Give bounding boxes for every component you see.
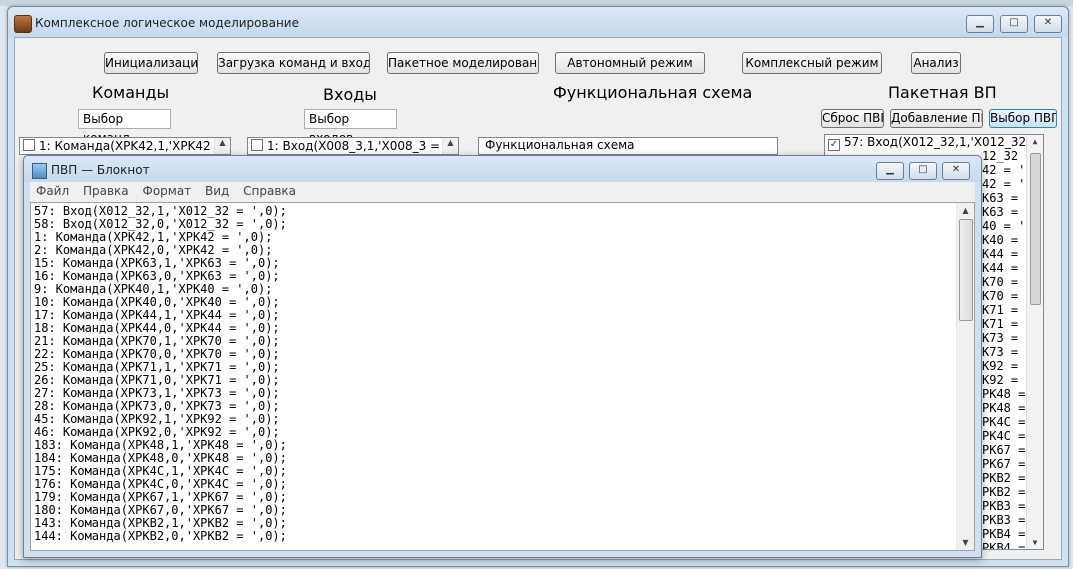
list-item-label: 1: Команда(XPK42,1,'XPK42 = ': [39, 139, 231, 153]
text-line[interactable]: 144: Команда(XPKB2,0,'XPKB2 = ',0);: [34, 530, 287, 543]
notepad-close-icon[interactable]: ✕: [942, 162, 970, 180]
list-item[interactable]: PKB2 =: [982, 485, 1025, 499]
add-pvg-button[interactable]: Добавление ПВГ: [890, 109, 983, 128]
list-item[interactable]: PKB2 =: [982, 471, 1025, 485]
select-inputs-field[interactable]: Выбор входов: [304, 109, 397, 145]
scroll-down-icon[interactable]: ▼: [1027, 538, 1043, 547]
checkbox[interactable]: [251, 139, 263, 151]
minimize-icon[interactable]: ▁: [966, 15, 994, 33]
list-item[interactable]: K63 = ': [982, 191, 1033, 205]
menu-format[interactable]: Формат: [142, 184, 191, 198]
list-item[interactable]: K70 = ': [982, 289, 1033, 303]
list-item[interactable]: PK48 =: [982, 387, 1025, 401]
scroll-thumb[interactable]: [959, 219, 973, 321]
functional-scheme-header: Функциональная схема: [553, 83, 753, 102]
commands-header: Команды: [92, 83, 170, 102]
list-item[interactable]: PKB4 =: [982, 527, 1025, 541]
scroll-up-icon[interactable]: ▲: [1027, 137, 1043, 146]
list-item[interactable]: K73 = ': [982, 331, 1033, 345]
notepad-maximize-icon[interactable]: □: [909, 162, 937, 180]
list-item[interactable]: K44 = ': [982, 261, 1033, 275]
list-item[interactable]: K73 = ': [982, 345, 1033, 359]
list-item[interactable]: PKB3 =: [982, 499, 1025, 513]
packet-header: Пакетная ВП: [888, 83, 997, 102]
functional-scheme-field[interactable]: Функциональная схема: [478, 137, 778, 155]
batch-modeling-button[interactable]: Пакетное моделирование: [387, 52, 539, 74]
scrollbar-up-icon[interactable]: ▲: [442, 138, 458, 154]
main-titlebar[interactable]: Комплексное логическое моделирование ▁ □…: [8, 7, 1068, 37]
select-commands-field[interactable]: Выбор команд: [78, 109, 171, 145]
menu-view[interactable]: Вид: [205, 184, 229, 198]
notepad-window: ПВП — Блокнот ▁ □ ✕ Файл Правка Формат В…: [23, 155, 982, 558]
menu-help[interactable]: Справка: [243, 184, 296, 198]
list-item[interactable]: K71 = ': [982, 317, 1033, 331]
maximize-icon[interactable]: □: [1000, 15, 1028, 33]
menu-edit[interactable]: Правка: [83, 184, 129, 198]
scroll-up-icon[interactable]: ▲: [957, 203, 974, 218]
list-item[interactable]: K92 = ': [982, 359, 1033, 373]
commands-list[interactable]: 1: Команда(XPK42,1,'XPK42 = ' ▲: [19, 137, 231, 155]
list-item[interactable]: K71 = ': [982, 303, 1033, 317]
notepad-text[interactable]: 57: Вход(X012_32,1,'X012_32 = ',0); 58: В…: [34, 205, 287, 543]
list-item[interactable]: K44 = ': [982, 247, 1033, 261]
checkbox[interactable]: [828, 139, 840, 151]
load-commands-inputs-button[interactable]: Загрузка команд и входов: [217, 52, 370, 74]
complex-mode-button[interactable]: Комплексный режим: [742, 52, 882, 74]
close-icon[interactable]: ✕: [1034, 15, 1062, 33]
notepad-menubar: Файл Правка Формат Вид Справка: [30, 182, 975, 202]
list-item[interactable]: PK67 =: [982, 457, 1025, 471]
list-item[interactable]: K40 = ': [982, 233, 1033, 247]
menu-file[interactable]: Файл: [36, 184, 69, 198]
list-item[interactable]: PK67 =: [982, 443, 1025, 457]
notepad-icon: [32, 163, 47, 179]
list-item-label: 1: Вход(X008_3,1,'X008_3 = ',(: [267, 139, 456, 153]
list-item[interactable]: 1: Вход(X008_3,1,'X008_3 = ',(: [251, 139, 456, 153]
scroll-down-icon[interactable]: ▼: [957, 535, 974, 550]
notepad-minimize-icon[interactable]: ▁: [876, 162, 904, 180]
app-icon: [14, 15, 32, 33]
inputs-header: Входы: [323, 85, 377, 104]
autonomous-mode-button[interactable]: Автономный режим: [555, 52, 705, 74]
list-item[interactable]: PK48 =: [982, 401, 1025, 415]
init-button[interactable]: Инициализация: [104, 52, 198, 74]
scrollbar-up-icon[interactable]: ▲: [214, 138, 230, 154]
list-item[interactable]: PK4C =: [982, 429, 1025, 443]
reset-pvg-button[interactable]: Сброс ПВГ: [821, 109, 884, 128]
list-item[interactable]: 1: Команда(XPK42,1,'XPK42 = ': [23, 139, 231, 153]
notepad-titlebar[interactable]: ПВП — Блокнот ▁ □ ✕: [24, 156, 981, 182]
packet-list-scrollbar[interactable]: ▲ ▼: [1026, 135, 1043, 549]
scroll-thumb[interactable]: [1030, 153, 1041, 305]
analysis-button[interactable]: Анализ: [911, 52, 961, 74]
list-item-label: 57: Вход(X012_32,1,'X012_32 =: [844, 135, 1041, 149]
list-item[interactable]: PKB3 =: [982, 513, 1025, 527]
checkbox[interactable]: [23, 139, 35, 151]
main-window-title: Комплексное логическое моделирование: [35, 16, 299, 30]
notepad-scrollbar[interactable]: ▲ ▼: [956, 203, 974, 550]
list-item[interactable]: K70 = ': [982, 275, 1033, 289]
list-item[interactable]: PK4C =: [982, 415, 1025, 429]
list-item[interactable]: 57: Вход(X012_32,1,'X012_32 =: [828, 135, 1041, 151]
select-pvp-button[interactable]: Выбор ПВП: [989, 109, 1057, 128]
list-item[interactable]: PKB4 =: [982, 541, 1025, 549]
list-item[interactable]: 12_32 =: [982, 149, 1033, 163]
list-item[interactable]: K92 = ': [982, 373, 1033, 387]
notepad-title: ПВП — Блокнот: [51, 163, 150, 177]
inputs-list[interactable]: 1: Вход(X008_3,1,'X008_3 = ',( ▲: [247, 137, 459, 155]
list-item[interactable]: K63 = ': [982, 205, 1033, 219]
notepad-text-area[interactable]: 57: Вход(X012_32,1,'X012_32 = ',0); 58: В…: [30, 202, 975, 551]
